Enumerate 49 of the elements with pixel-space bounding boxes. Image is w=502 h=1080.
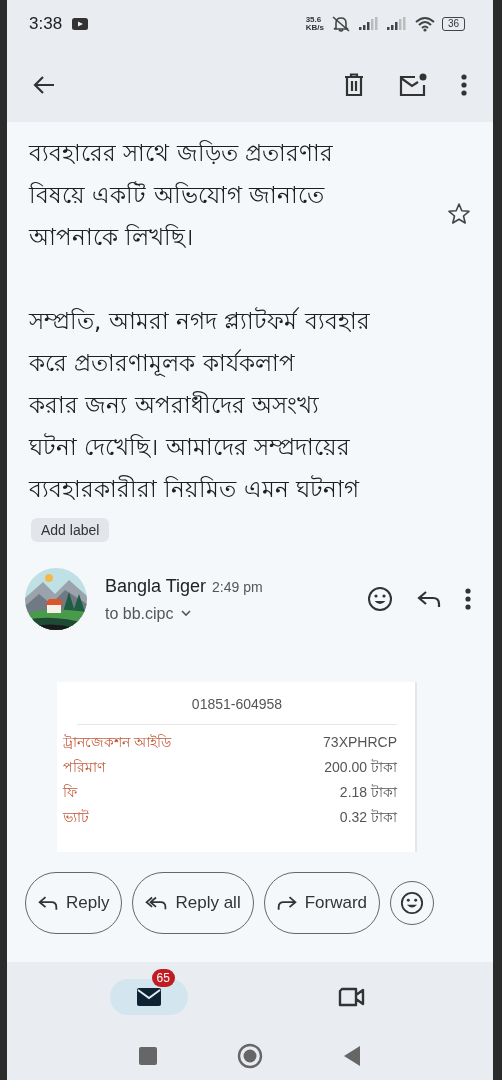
body-text-line: করে প্রতারণামূলক কার্যকলাপ [29, 348, 296, 379]
circle-icon [237, 1043, 263, 1069]
recipient-details-button[interactable]: to bb.cipc [105, 604, 192, 623]
smiley-icon [367, 586, 393, 612]
body-text-line: ব্যবহারকারীরা নিয়মিত এমন ঘটনাগ [29, 474, 361, 504]
receipt-label: ভ্যাট [63, 808, 89, 827]
signal-icon [385, 17, 408, 31]
smiley-icon [400, 891, 425, 915]
video-camera-icon [337, 986, 366, 1008]
video-app-icon [72, 18, 89, 30]
more-icon [461, 74, 467, 96]
body-text-line: বিষয়ে একটি অভিযোগ জানাতে [29, 180, 326, 210]
more-icon [465, 588, 471, 610]
envelope-dot-icon [399, 73, 427, 97]
receipt-label: ট্রানজেকশন আইডি [63, 733, 171, 752]
sender-name: Bangla Tiger [105, 575, 207, 597]
triangle-icon [343, 1045, 361, 1067]
receipt-value: 0.32 টাকা [339, 808, 397, 827]
body-text-line: আপনাকে লিখছি। [29, 223, 195, 252]
receipt-value: 2.18 টাকা [339, 783, 397, 802]
message-time: 2:49 pm [212, 578, 263, 595]
network-speed: 35.6 KB/s [305, 16, 324, 32]
reply-icon [417, 590, 441, 608]
body-text-line: সম্প্রতি, আমরা নগদ প্ল্যাটফর্ম ব্যবহার [29, 306, 371, 336]
receipt-label: ফি [63, 783, 77, 802]
reply-all-icon [145, 895, 168, 911]
receipt-value: 73XPHRCP [323, 733, 397, 752]
receipt-label: পরিমাণ [63, 758, 105, 777]
reply-icon [38, 895, 58, 911]
square-icon [139, 1047, 157, 1065]
body-text-line: ব্যবহারের সাথে জড়িত প্রতারণার [29, 139, 334, 168]
home-button[interactable] [237, 1043, 263, 1069]
chevron-down-icon [181, 610, 192, 617]
body-text-line: করার জন্য অপরাধীদের অসংখ্য [29, 390, 320, 420]
unread-count-badge: 65 [151, 969, 175, 987]
signal-icon [357, 17, 380, 31]
forward-icon [276, 895, 297, 911]
status-time: 3:38 [29, 14, 63, 34]
wifi-icon [413, 16, 436, 32]
back-arrow-icon [33, 75, 55, 95]
back-nav-button[interactable] [343, 1045, 361, 1067]
body-text-line: ঘটনা দেখেছি। আমাদের সম্প্রদায়ের [29, 432, 351, 462]
battery-level: 36 [441, 17, 465, 31]
mail-icon [135, 987, 162, 1007]
star-icon [447, 202, 471, 226]
add-label-chip[interactable]: Add label [31, 518, 110, 542]
receipt-phone: 01851-604958 [77, 696, 397, 725]
receipt-value: 200.00 টাকা [324, 758, 397, 777]
trash-icon [343, 73, 365, 97]
